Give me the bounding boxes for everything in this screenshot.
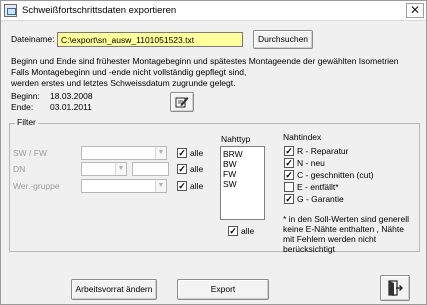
chevron-down-icon: ▼ xyxy=(155,147,166,159)
chevron-down-icon: ▼ xyxy=(115,163,126,175)
close-button[interactable]: ✕ xyxy=(406,3,424,18)
list-item[interactable]: BW xyxy=(223,159,262,169)
nahtindex-g-checkbox[interactable]: ✓ xyxy=(284,194,294,204)
nahtindex-c-label: C - geschnitten (cut) xyxy=(297,170,374,180)
window-title: Schweißfortschrittsdaten exportieren xyxy=(22,5,177,16)
dn-to-input[interactable] xyxy=(132,162,169,176)
form-icon xyxy=(4,4,17,17)
nahtindex-note-3: mit Fehlern werden nicht xyxy=(283,234,377,244)
nahttyp-listbox[interactable]: BRW BW FW SW xyxy=(220,146,265,220)
nahtindex-g-label: G - Garantie xyxy=(297,194,344,204)
filter-label-sw-fw: SW / FW xyxy=(13,148,47,158)
list-item[interactable]: SW xyxy=(223,179,262,189)
exit-door-icon xyxy=(388,280,403,296)
nahtindex-n-checkbox[interactable]: ✓ xyxy=(284,158,294,168)
edit-icon xyxy=(175,97,189,108)
nahtindex-e-label: E - entfällt* xyxy=(297,182,339,192)
sw-fw-select[interactable]: ▼ xyxy=(81,146,167,160)
end-label: Ende: xyxy=(11,102,34,112)
edit-dates-button[interactable] xyxy=(170,92,194,112)
begin-value: 18.03.2008 xyxy=(50,91,93,101)
dn-from-select[interactable]: ▼ xyxy=(81,162,127,176)
filename-input[interactable]: C:\export\sn_ausw_1101051523.txt xyxy=(57,32,243,47)
list-item[interactable]: BRW xyxy=(223,149,262,159)
nahtindex-r-checkbox[interactable]: ✓ xyxy=(284,146,294,156)
sw-fw-all-checkbox[interactable]: ✓ xyxy=(177,148,187,158)
dn-all-checkbox[interactable]: ✓ xyxy=(177,164,187,174)
dn-all-label: alle xyxy=(190,164,204,174)
browse-button[interactable]: Durchsuchen xyxy=(253,30,313,49)
nahttyp-label: Nahttyp xyxy=(221,134,251,144)
nahtindex-n-label: N - neu xyxy=(297,158,325,168)
info-line-3: werden erstes und letztes Schweissdatum … xyxy=(11,78,236,88)
filter-legend: Filter xyxy=(15,117,38,127)
export-dialog: Schweißfortschrittsdaten exportieren ✕ D… xyxy=(0,0,427,305)
chevron-down-icon: ▼ xyxy=(155,180,166,192)
list-item[interactable]: FW xyxy=(223,169,262,179)
filter-label-wer-gruppe: Wer.-gruppe xyxy=(13,181,60,191)
sw-fw-all-label: alle xyxy=(190,148,204,158)
nahttyp-all-label: alle xyxy=(241,226,255,236)
change-workset-button[interactable]: Arbeitsvorrat ändern xyxy=(71,279,157,300)
exit-button[interactable] xyxy=(380,275,410,301)
nahtindex-e-checkbox[interactable] xyxy=(284,182,294,192)
nahtindex-note-4: berücksichtigt xyxy=(283,244,335,254)
filename-label: Dateiname: xyxy=(11,34,55,44)
wer-gruppe-select[interactable]: ▼ xyxy=(81,179,167,193)
nahtindex-c-checkbox[interactable]: ✓ xyxy=(284,170,294,180)
export-button[interactable]: Export xyxy=(177,279,269,300)
nahtindex-label: Nahtindex xyxy=(283,132,322,142)
nahtindex-r-label: R - Reparatur xyxy=(297,146,349,156)
title-bar: Schweißfortschrittsdaten exportieren ✕ xyxy=(1,1,426,21)
filter-label-dn: DN xyxy=(13,164,26,174)
begin-label: Beginn: xyxy=(11,91,40,101)
info-line-1: Beginn und Ende sind frühester Montagebe… xyxy=(11,56,399,66)
nahtindex-note-1: * in den Soll-Werten sind generell xyxy=(283,214,409,224)
info-line-2: Falls Montagebeginn und -ende nicht voll… xyxy=(11,67,247,77)
wer-gruppe-all-checkbox[interactable]: ✓ xyxy=(177,181,187,191)
nahttyp-all-checkbox[interactable]: ✓ xyxy=(228,226,238,236)
end-value: 03.01.2011 xyxy=(50,102,92,112)
nahtindex-note-2: keine E-Nähte enthalten , Nähte xyxy=(283,224,404,234)
wer-gruppe-all-label: alle xyxy=(190,181,204,191)
